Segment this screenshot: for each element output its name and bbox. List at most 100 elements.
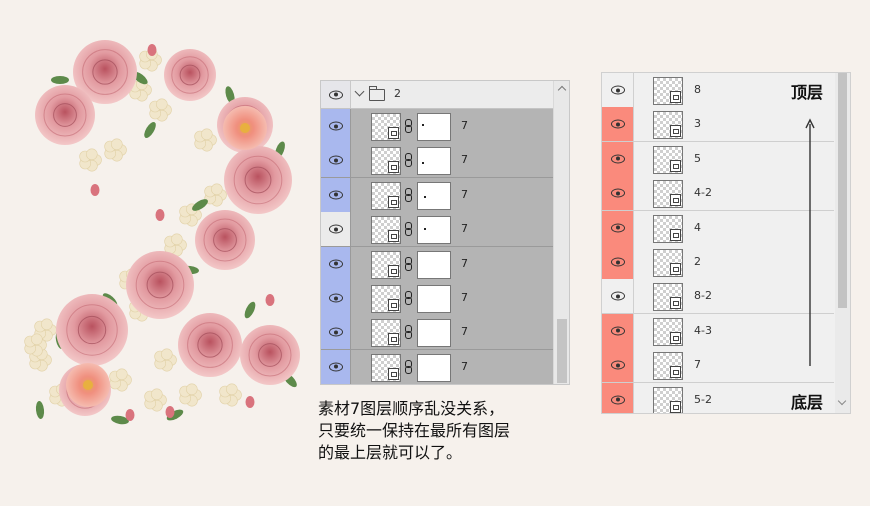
layer-visibility-toggle[interactable] <box>602 245 634 279</box>
layer-visibility-toggle[interactable] <box>321 143 351 178</box>
layer-mask-thumbnail[interactable] <box>417 181 451 210</box>
layer-visibility-toggle[interactable] <box>602 313 634 348</box>
layer-thumbnail[interactable] <box>371 216 401 245</box>
layer-visibility-toggle[interactable] <box>602 176 634 211</box>
smart-object-badge-icon <box>388 161 399 174</box>
layer-thumbnail[interactable] <box>371 113 401 141</box>
rose-bud <box>265 294 275 306</box>
layer-visibility-toggle[interactable] <box>602 279 634 314</box>
layer-name: 4-3 <box>694 323 712 337</box>
layer-row[interactable]: 7 <box>321 109 553 144</box>
smart-object-badge-icon <box>670 400 681 413</box>
cream-blossom-petal <box>186 383 198 396</box>
layer-thumbnail[interactable] <box>653 317 683 346</box>
layer-thumbnail[interactable] <box>371 319 401 348</box>
layer-visibility-toggle[interactable] <box>321 212 351 247</box>
rose-bud <box>245 396 255 408</box>
layer-visibility-toggle[interactable] <box>321 246 351 281</box>
layer-group-row[interactable]: 2 <box>321 81 553 109</box>
group-visibility-toggle[interactable] <box>321 81 351 108</box>
layer-thumbnail[interactable] <box>653 180 683 209</box>
layer-row[interactable]: 7 <box>321 143 553 179</box>
layer-mask-thumbnail[interactable] <box>417 250 451 279</box>
scroll-up-arrow-icon[interactable] <box>557 85 567 95</box>
eye-icon <box>328 155 343 165</box>
chain-link-icon[interactable] <box>405 359 412 374</box>
cream-blossom-petal <box>156 98 168 111</box>
eye-icon <box>328 121 343 131</box>
chain-link-icon[interactable] <box>405 187 412 202</box>
layer-mask-thumbnail[interactable] <box>417 113 451 141</box>
layer-thumbnail[interactable] <box>371 147 401 176</box>
layer-row[interactable]: 7 <box>321 281 553 316</box>
chevron-down-icon[interactable] <box>354 86 365 97</box>
eye-icon <box>610 360 625 370</box>
layer-thumbnail[interactable] <box>653 111 683 140</box>
layer-thumbnail[interactable] <box>371 250 401 279</box>
layer-visibility-toggle[interactable] <box>321 177 351 212</box>
scrollbar[interactable] <box>835 73 850 413</box>
cream-blossom-petal <box>111 138 123 151</box>
layer-thumbnail[interactable] <box>371 181 401 210</box>
layer-thumbnail[interactable] <box>371 285 401 313</box>
layers-panel-group: 2 7 7 7 7 7 7 7 7 <box>320 80 570 385</box>
layer-mask-thumbnail[interactable] <box>417 285 451 313</box>
leaf <box>35 401 45 419</box>
leaf <box>244 301 256 319</box>
layer-mask-thumbnail[interactable] <box>417 353 451 382</box>
layer-visibility-toggle[interactable] <box>602 382 634 413</box>
layer-row[interactable]: 7 <box>321 246 553 282</box>
chain-link-icon[interactable] <box>405 325 412 340</box>
layer-row[interactable]: 7 <box>321 349 553 384</box>
layer-name: 7 <box>461 119 468 132</box>
note-line-1: 素材7图层顺序乱没关系， <box>318 399 505 418</box>
layer-thumbnail[interactable] <box>653 214 683 243</box>
smart-object-badge-icon <box>388 230 399 243</box>
layer-visibility-toggle[interactable] <box>321 349 351 384</box>
layer-thumbnail[interactable] <box>653 249 683 277</box>
eye-icon <box>610 223 625 233</box>
scrollbar[interactable] <box>554 81 569 384</box>
layer-row[interactable]: 7 <box>321 177 553 213</box>
layer-mask-thumbnail[interactable] <box>417 216 451 245</box>
scroll-down-arrow-icon[interactable] <box>837 396 847 406</box>
scrollbar-thumb[interactable] <box>557 319 567 383</box>
layer-thumbnail[interactable] <box>653 145 683 174</box>
layer-name: 7 <box>461 359 468 373</box>
eye-icon <box>610 119 625 129</box>
layer-visibility-toggle[interactable] <box>602 210 634 245</box>
layer-row[interactable]: 7 <box>321 315 553 351</box>
layer-visibility-toggle[interactable] <box>602 73 634 107</box>
leaf <box>144 122 156 138</box>
cream-blossom-petal <box>30 333 43 346</box>
layer-visibility-toggle[interactable] <box>321 281 351 315</box>
chain-link-icon[interactable] <box>405 291 412 305</box>
cream-blossom-petal <box>171 233 183 246</box>
layer-thumbnail[interactable] <box>653 352 683 381</box>
rose-bud <box>147 44 157 56</box>
layer-thumbnail[interactable] <box>371 353 401 382</box>
layer-row[interactable]: 7 <box>321 212 553 248</box>
smart-object-badge-icon <box>670 194 681 207</box>
cream-blossom-petal <box>116 368 128 381</box>
layer-visibility-toggle[interactable] <box>602 141 634 176</box>
cream-blossom-petal <box>211 183 223 196</box>
chain-link-icon[interactable] <box>405 153 412 168</box>
layer-visibility-toggle[interactable] <box>321 315 351 350</box>
layer-thumbnail[interactable] <box>653 386 683 413</box>
layer-mask-thumbnail[interactable] <box>417 319 451 348</box>
layer-visibility-toggle[interactable] <box>321 109 351 143</box>
layer-thumbnail[interactable] <box>653 77 683 105</box>
eye-icon <box>328 293 343 303</box>
layer-visibility-toggle[interactable] <box>602 107 634 142</box>
eye-icon <box>610 291 625 301</box>
layer-mask-thumbnail[interactable] <box>417 147 451 176</box>
layer-thumbnail[interactable] <box>653 283 683 312</box>
chain-link-icon[interactable] <box>405 119 412 133</box>
smart-object-badge-icon <box>670 159 681 172</box>
chain-link-icon[interactable] <box>405 256 412 271</box>
cream-blossom-petal <box>226 383 238 396</box>
chain-link-icon[interactable] <box>405 222 412 237</box>
layer-visibility-toggle[interactable] <box>602 348 634 383</box>
scrollbar-thumb[interactable] <box>838 73 847 308</box>
